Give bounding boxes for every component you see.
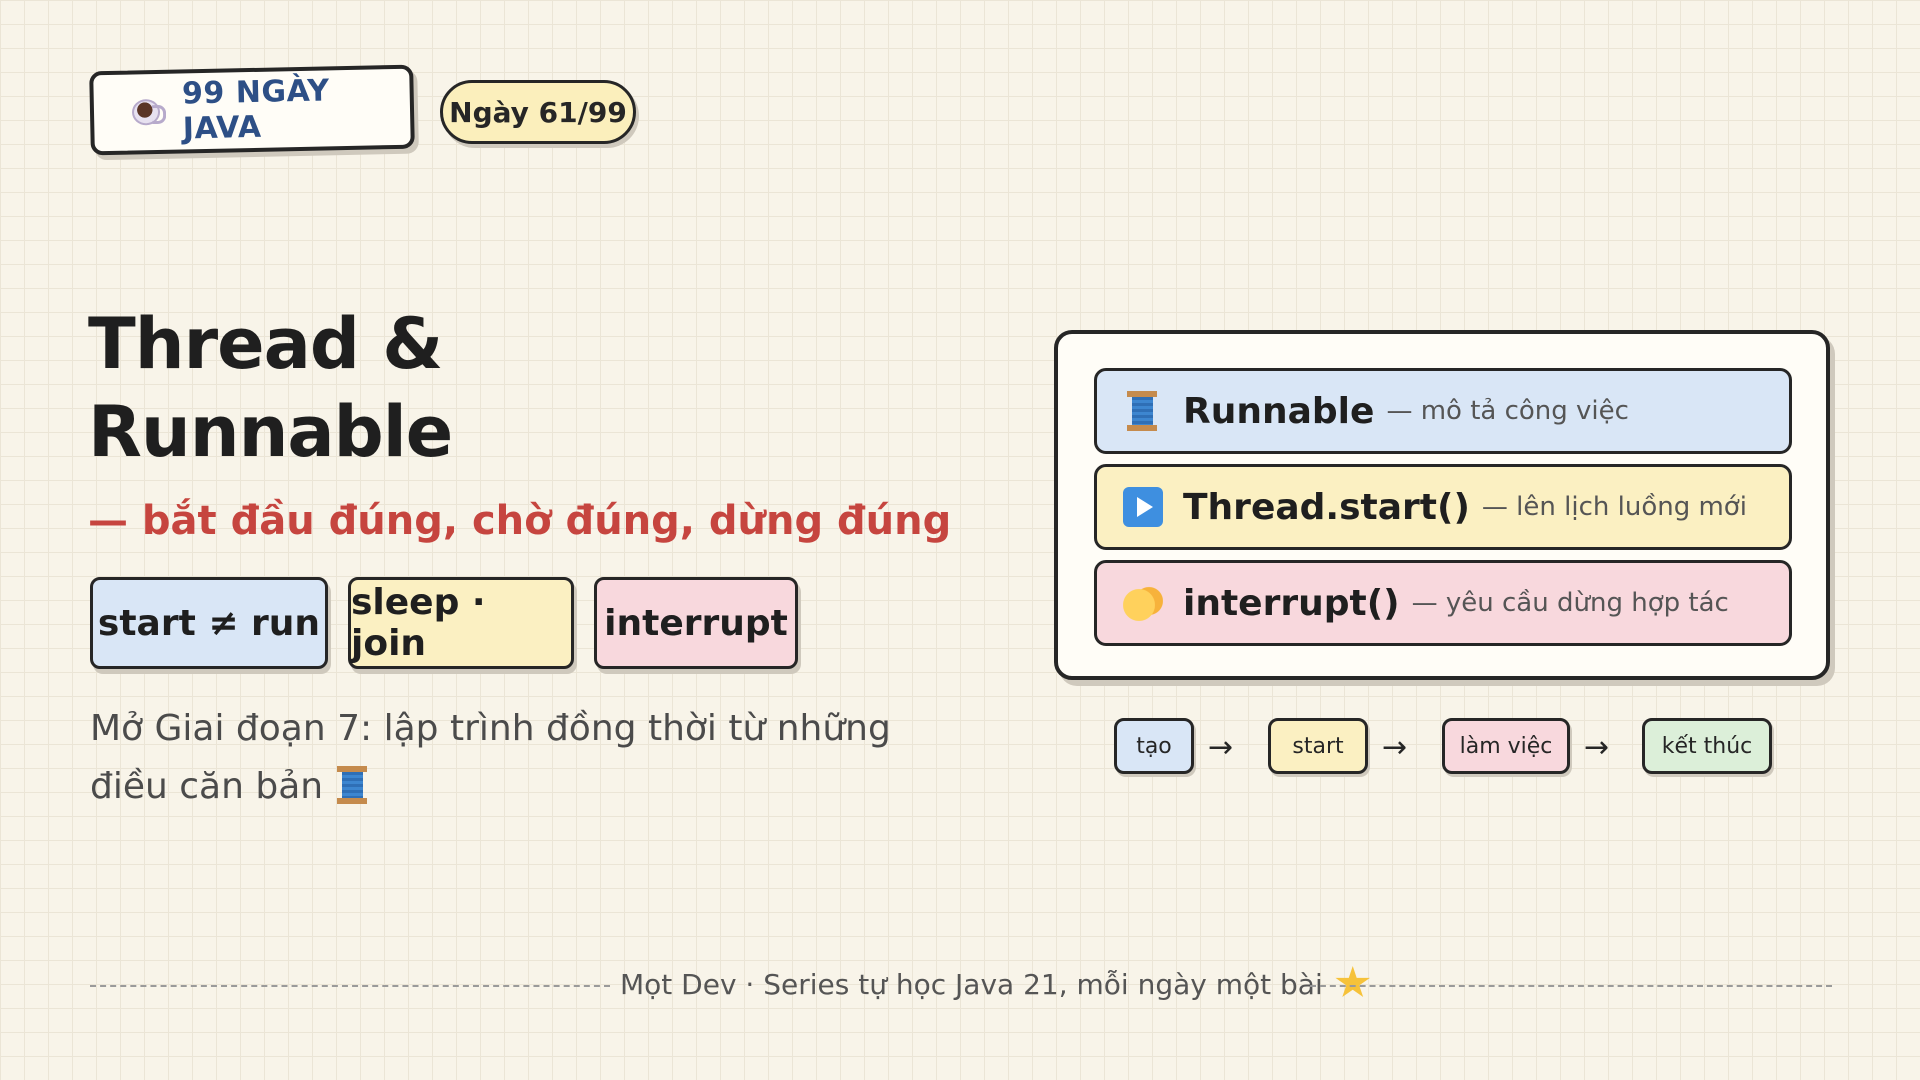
concept-row-thread-start: Thread.start() — lên lịch luồng mới	[1094, 464, 1792, 550]
footer-divider-left	[90, 985, 610, 987]
arrow-right-icon: →	[1382, 730, 1408, 765]
arrow-right-icon: →	[1584, 730, 1610, 765]
flow-step-create: tạo	[1114, 718, 1194, 774]
brand-title: 99 NGÀY JAVA	[181, 73, 330, 147]
description: Mở Giai đoạn 7: lập trình đồng thời từ n…	[90, 700, 970, 816]
play-button-icon	[1123, 487, 1163, 527]
day-progress-badge: Ngày 61/99	[440, 80, 636, 144]
concept-title: Runnable	[1183, 390, 1375, 432]
footer-divider-right	[1310, 985, 1832, 987]
concept-panel: Runnable — mô tả công việc Thread.start(…	[1054, 330, 1830, 680]
star-icon	[1335, 966, 1371, 997]
tag-sleep-join: sleep · join	[348, 577, 574, 669]
thread-spool-icon	[337, 766, 368, 804]
concept-title: Thread.start()	[1183, 486, 1470, 528]
footer-text: Mọt Dev · Series tự học Java 21, mỗi ngà…	[620, 968, 1323, 1001]
footer: Mọt Dev · Series tự học Java 21, mỗi ngà…	[620, 966, 1371, 1001]
topic-tags: start ≠ run sleep · join interrupt	[90, 577, 798, 669]
flow-step-working: làm việc	[1442, 718, 1570, 774]
flow-step-finish: kết thúc	[1642, 718, 1772, 774]
flow-step-start: start	[1268, 718, 1368, 774]
concept-description: — mô tả công việc	[1386, 396, 1629, 426]
concept-row-runnable: Runnable — mô tả công việc	[1094, 368, 1792, 454]
concept-title: interrupt()	[1183, 582, 1400, 624]
thread-spool-icon	[1123, 391, 1163, 431]
thread-lifecycle-flow: tạo → start → làm việc → kết thúc	[1114, 718, 1774, 776]
subtitle: — bắt đầu đúng, chờ đúng, dừng đúng	[88, 498, 952, 544]
tag-start-vs-run: start ≠ run	[90, 577, 328, 669]
page-title: Thread & Runnable	[88, 300, 648, 476]
arrow-right-icon: →	[1208, 730, 1234, 765]
title-line-2: Runnable	[88, 391, 453, 473]
concept-description: — lên lịch luồng mới	[1481, 492, 1747, 522]
handshake-icon	[1123, 583, 1163, 623]
title-line-1: Thread &	[88, 303, 443, 385]
tag-interrupt: interrupt	[594, 577, 798, 669]
brand-badge: 99 NGÀY JAVA	[89, 64, 415, 156]
concept-row-interrupt: interrupt() — yêu cầu dừng hợp tác	[1094, 560, 1792, 646]
concept-description: — yêu cầu dừng hợp tác	[1411, 588, 1729, 618]
coffee-mug-icon	[130, 93, 167, 132]
description-text: Mở Giai đoạn 7: lập trình đồng thời từ n…	[90, 708, 891, 807]
